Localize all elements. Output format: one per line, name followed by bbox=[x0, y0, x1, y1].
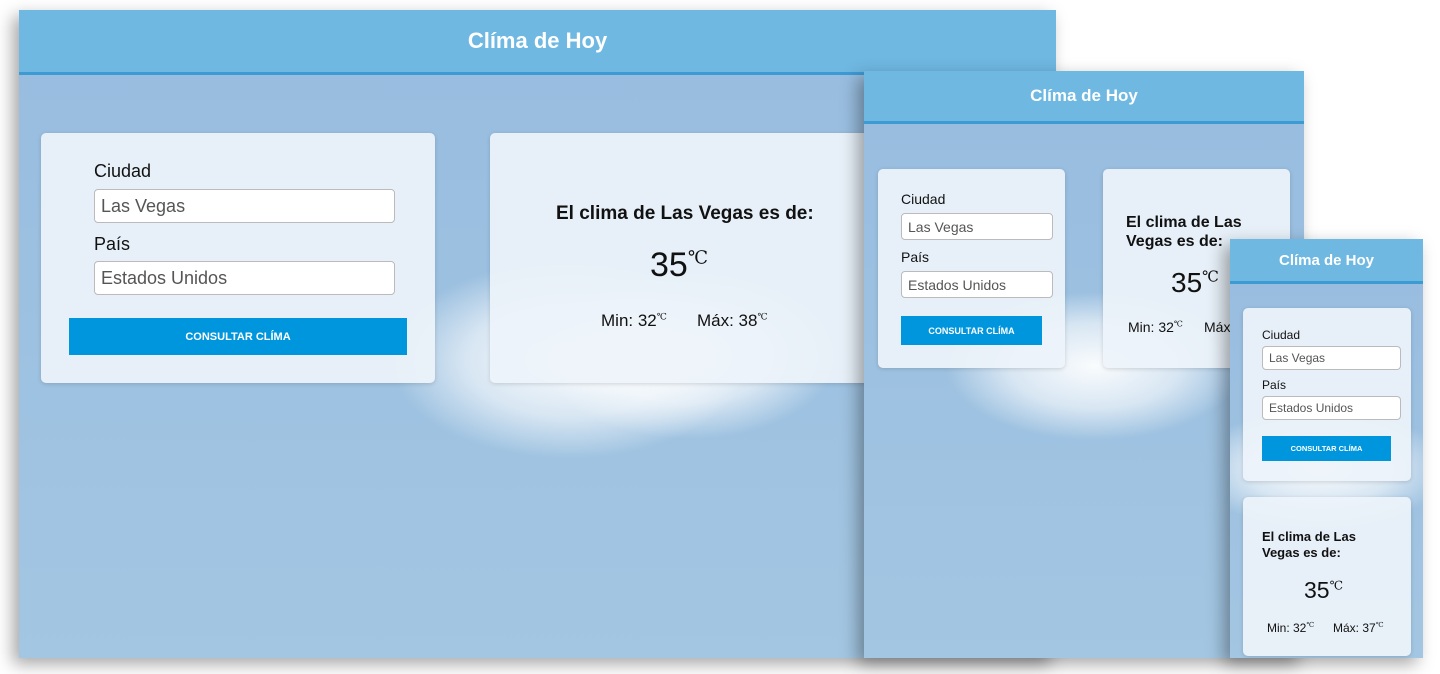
min-unit: ℃ bbox=[656, 312, 667, 323]
form-card: Ciudad Las Vegas País Estados Unidos CON… bbox=[1243, 308, 1411, 481]
min-unit: ℃ bbox=[1173, 319, 1183, 329]
header: Clíma de Hoy bbox=[1230, 239, 1423, 284]
max-value: Máx: 38 bbox=[697, 311, 758, 330]
temp-unit: ℃ bbox=[1202, 267, 1219, 286]
temp-value: 35 bbox=[650, 246, 688, 284]
form-card: Ciudad Las Vegas País Estados Unidos CON… bbox=[878, 169, 1065, 368]
result-card: El clima de Las Vegas es de: 35℃ Min: 32… bbox=[1243, 497, 1411, 656]
city-input[interactable]: Las Vegas bbox=[94, 189, 395, 223]
city-label: Ciudad bbox=[1262, 328, 1301, 342]
min-value: Min: 32 bbox=[1128, 319, 1174, 335]
temp-value: 35 bbox=[1171, 267, 1203, 298]
result-heading: El clima de Las Vegas es de: bbox=[1262, 529, 1356, 560]
country-input[interactable]: Estados Unidos bbox=[94, 261, 395, 295]
country-input[interactable]: Estados Unidos bbox=[1262, 396, 1401, 420]
app-title: Clíma de Hoy bbox=[1030, 86, 1138, 105]
app-title: Clíma de Hoy bbox=[467, 28, 608, 53]
country-label: País bbox=[901, 249, 930, 265]
min-value: Min: 32 bbox=[1267, 621, 1307, 635]
min-unit: ℃ bbox=[1306, 621, 1315, 629]
min-temp: Min: 32℃ bbox=[1267, 621, 1314, 635]
city-label: Ciudad bbox=[94, 161, 152, 181]
max-temp: Máx: 38℃ bbox=[697, 311, 768, 331]
form-card: Ciudad Las Vegas País Estados Unidos CON… bbox=[41, 133, 435, 383]
city-input[interactable]: Las Vegas bbox=[1262, 346, 1401, 370]
temp-unit: ℃ bbox=[1329, 578, 1344, 593]
min-temp: Min: 32℃ bbox=[1128, 319, 1183, 335]
temp-unit: ℃ bbox=[687, 247, 708, 269]
result-heading: El clima de Las Vegas es de: bbox=[556, 203, 814, 224]
submit-button[interactable]: CONSULTAR CLÍMA bbox=[901, 316, 1042, 345]
temperature: 35℃ bbox=[1304, 577, 1343, 604]
temp-value: 35 bbox=[1304, 577, 1330, 603]
max-value: Máx: 37 bbox=[1333, 621, 1376, 635]
max-unit: ℃ bbox=[1375, 621, 1384, 629]
min-temp: Min: 32℃ bbox=[601, 311, 667, 331]
max-temp: Máx: 37℃ bbox=[1333, 621, 1384, 635]
mobile-view: Clíma de Hoy Ciudad Las Vegas País Estad… bbox=[1230, 239, 1423, 658]
country-label: País bbox=[1262, 378, 1287, 392]
submit-button[interactable]: CONSULTAR CLÍMA bbox=[69, 318, 407, 355]
country-input[interactable]: Estados Unidos bbox=[901, 271, 1053, 298]
city-input[interactable]: Las Vegas bbox=[901, 213, 1053, 240]
header: Clíma de Hoy bbox=[19, 10, 1056, 75]
city-label: Ciudad bbox=[901, 191, 946, 207]
temperature: 35℃ bbox=[1171, 267, 1219, 299]
result-card: El clima de Las Vegas es de: 35℃ Min: 32… bbox=[490, 133, 890, 383]
country-label: País bbox=[94, 234, 131, 254]
max-unit: ℃ bbox=[757, 312, 768, 323]
min-value: Min: 32 bbox=[601, 311, 657, 330]
app-title: Clíma de Hoy bbox=[1278, 251, 1375, 269]
submit-button[interactable]: CONSULTAR CLÍMA bbox=[1262, 436, 1391, 461]
header: Clíma de Hoy bbox=[864, 71, 1304, 124]
temperature: 35℃ bbox=[650, 246, 708, 285]
